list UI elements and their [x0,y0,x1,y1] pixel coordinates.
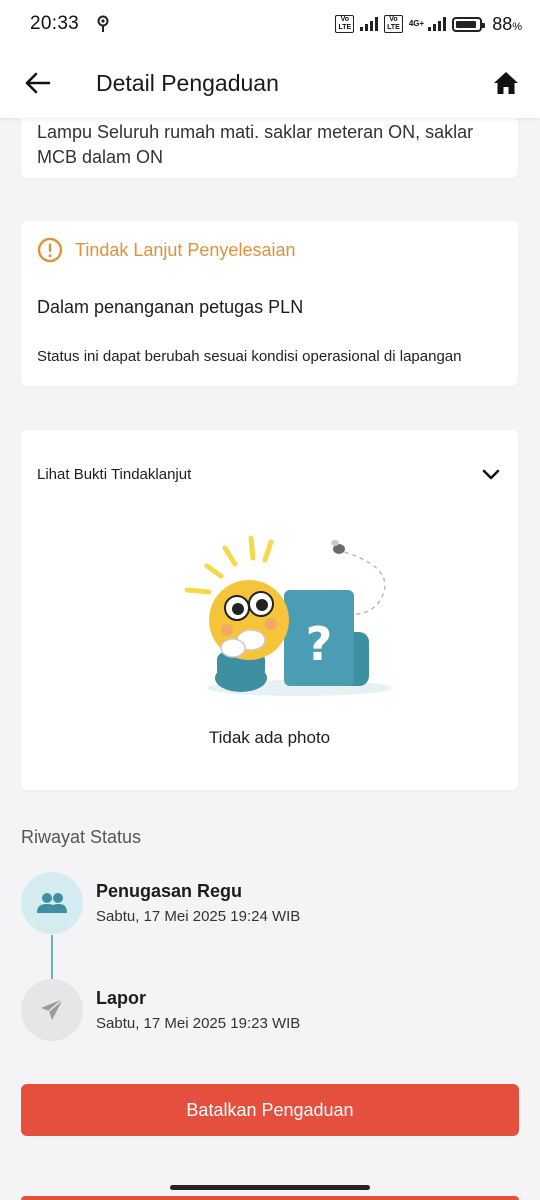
home-button[interactable] [486,63,526,103]
svg-text:?: ? [306,617,333,671]
timeline-icon-active [21,872,83,934]
network-type: 4G+ [408,19,425,28]
location-icon [97,15,109,33]
signal-icon [360,17,379,31]
status-indicators: Vo LTE Vo LTE 4G+ 88% [335,14,522,35]
timeline-item: Penugasan Regu Sabtu, 17 Mei 2025 19:24 … [21,872,300,934]
users-icon [37,893,67,913]
battery-level: 88% [492,13,522,34]
warning-circle-icon [37,237,63,263]
home-icon [494,72,518,94]
timeline-time: Sabtu, 17 Mei 2025 19:23 WIB [96,1015,301,1032]
follow-up-status: Dalam penanganan petugas PLN [37,297,304,317]
timeline-title: Penugasan Regu [96,881,243,901]
evidence-toggle[interactable]: Lihat Bukti Tindaklanjut [37,466,500,483]
evidence-label: Lihat Bukti Tindaklanjut [37,466,192,483]
signal-icon-2 [428,17,447,31]
evidence-card: Lihat Bukti Tindaklanjut ? Tidak ada pho… [21,430,518,790]
timeline-item: Lapor Sabtu, 17 Mei 2025 19:23 WIB [21,979,300,1041]
status-bar: 20:33 Vo LTE Vo LTE 4G+ 88% [0,0,540,48]
follow-up-header: Tindak Lanjut Penyelesaian [37,237,502,263]
volte-badge: Vo LTE [335,15,355,33]
gesture-navigation-bar[interactable] [170,1185,370,1190]
page-title: Detail Pengaduan [96,69,279,96]
battery-icon [452,16,486,32]
timeline-connector [51,935,53,979]
no-photo-illustration: ? [184,535,391,696]
cancel-complaint-button[interactable]: Batalkan Pengaduan [21,1084,519,1136]
timeline-title: Lapor [96,988,147,1008]
timeline-time: Sabtu, 17 Mei 2025 19:24 WIB [96,908,301,925]
no-photo-text: Tidak ada photo [208,728,331,747]
complaint-description: Lampu Seluruh rumah mati. saklar meteran… [37,122,474,167]
status-time: 20:33 [30,13,80,34]
volte-badge-2: Vo LTE [384,15,403,33]
paper-plane-icon [41,998,64,1020]
follow-up-card: Tindak Lanjut Penyelesaian Dalam penanga… [21,221,518,386]
arrow-left-icon [25,72,51,94]
next-button-edge [21,1196,519,1200]
timeline-icon-inactive [21,979,83,1041]
app-bar: Detail Pengaduan [0,48,540,118]
back-button[interactable] [18,63,58,103]
follow-up-note: Status ini dapat berubah sesuai kondisi … [37,348,462,365]
follow-up-label: Tindak Lanjut Penyelesaian [75,239,296,260]
history-title: Riwayat Status [21,827,142,847]
chevron-down-icon [482,469,500,479]
